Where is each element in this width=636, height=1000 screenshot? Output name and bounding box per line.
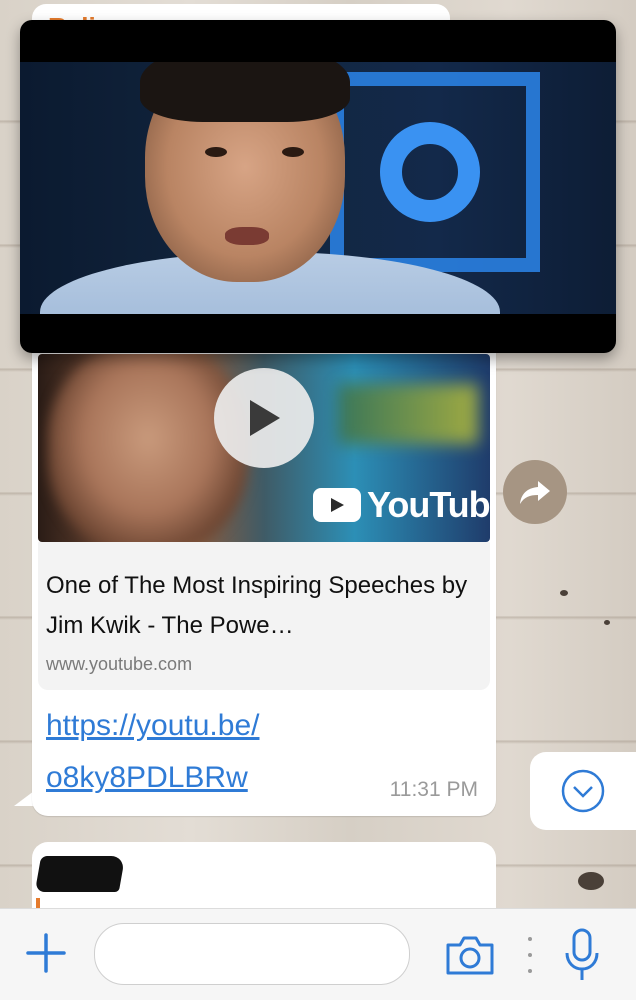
video-person-hair xyxy=(140,62,350,122)
youtube-logo: YouTube xyxy=(313,484,490,526)
message-bubble[interactable]: YouTube One of The Most Inspiring Speech… xyxy=(32,300,496,816)
quoted-reply-stripe xyxy=(36,898,40,908)
plus-icon[interactable] xyxy=(24,931,68,975)
youtube-play-icon xyxy=(313,488,361,522)
message-link-line1[interactable]: https://youtu.be/ xyxy=(46,700,346,752)
thumbnail-face-blur xyxy=(48,354,248,542)
video-frame[interactable] xyxy=(20,62,616,314)
video-player-overlay[interactable] xyxy=(20,20,616,353)
message-link-line2[interactable]: o8ky8PDLBRw xyxy=(46,752,346,804)
forward-share-icon xyxy=(520,481,550,504)
link-preview-thumbnail[interactable]: YouTube xyxy=(38,354,490,542)
message-text-field[interactable] xyxy=(94,923,410,985)
youtube-wordmark: YouTube xyxy=(367,484,490,525)
chevron-down-circle-icon xyxy=(561,769,605,813)
message-input-bar xyxy=(0,908,636,1000)
video-person-eye-right xyxy=(282,147,304,157)
separator-dots-icon xyxy=(526,937,534,973)
video-background-logo-q xyxy=(380,122,480,222)
camera-icon[interactable] xyxy=(444,933,496,977)
video-person-mouth xyxy=(225,227,269,245)
background-knot xyxy=(604,620,610,625)
thumbnail-panel xyxy=(338,384,478,444)
background-knot xyxy=(560,590,568,596)
link-preview-card[interactable]: One of The Most Inspiring Speeches by Ji… xyxy=(38,542,490,690)
video-person-eye-left xyxy=(205,147,227,157)
background-knot xyxy=(578,872,604,890)
message-link[interactable]: https://youtu.be/ o8ky8PDLBRw xyxy=(46,700,346,804)
link-preview-title: One of The Most Inspiring Speeches by Ji… xyxy=(46,572,468,639)
redacted-sender-name xyxy=(34,856,126,892)
forward-button[interactable] xyxy=(503,460,567,524)
play-icon xyxy=(250,400,280,436)
message-timestamp: 11:31 PM xyxy=(389,778,478,801)
scroll-to-bottom-button[interactable] xyxy=(530,752,636,830)
link-preview-domain: www.youtube.com xyxy=(46,654,193,674)
play-button[interactable] xyxy=(214,368,314,468)
microphone-icon[interactable] xyxy=(562,927,602,983)
